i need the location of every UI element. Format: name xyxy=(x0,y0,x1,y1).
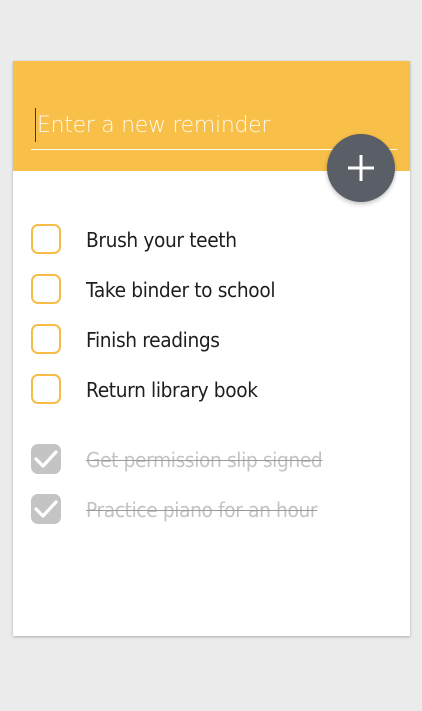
checkbox-unchecked[interactable] xyxy=(31,224,61,254)
checkbox-checked[interactable] xyxy=(31,494,61,524)
checkbox-unchecked[interactable] xyxy=(31,274,61,304)
plus-icon xyxy=(348,155,374,181)
reminder-item[interactable]: Brush your teeth xyxy=(31,222,391,260)
reminder-label: Brush your teeth xyxy=(86,228,237,252)
reminder-label: Finish readings xyxy=(86,328,220,352)
checkmark-icon xyxy=(34,450,58,468)
new-reminder-input[interactable] xyxy=(37,105,377,145)
completed-label: Practice piano for an hour xyxy=(86,498,318,522)
completed-item[interactable]: Practice piano for an hour xyxy=(31,492,391,530)
reminder-label: Take binder to school xyxy=(86,278,276,302)
checkmark-icon xyxy=(34,500,58,518)
reminder-label: Return library book xyxy=(86,378,258,402)
checkbox-checked[interactable] xyxy=(31,444,61,474)
checkbox-unchecked[interactable] xyxy=(31,374,61,404)
reminder-item[interactable]: Take binder to school xyxy=(31,272,391,310)
reminder-item[interactable]: Return library book xyxy=(31,372,391,410)
completed-item[interactable]: Get permission slip signed xyxy=(31,442,391,480)
completed-label: Get permission slip signed xyxy=(86,448,323,472)
add-reminder-button[interactable] xyxy=(327,134,395,202)
text-caret xyxy=(35,108,36,142)
reminders-card: Brush your teeth Take binder to school F… xyxy=(13,61,410,636)
reminder-item[interactable]: Finish readings xyxy=(31,322,391,360)
checkbox-unchecked[interactable] xyxy=(31,324,61,354)
